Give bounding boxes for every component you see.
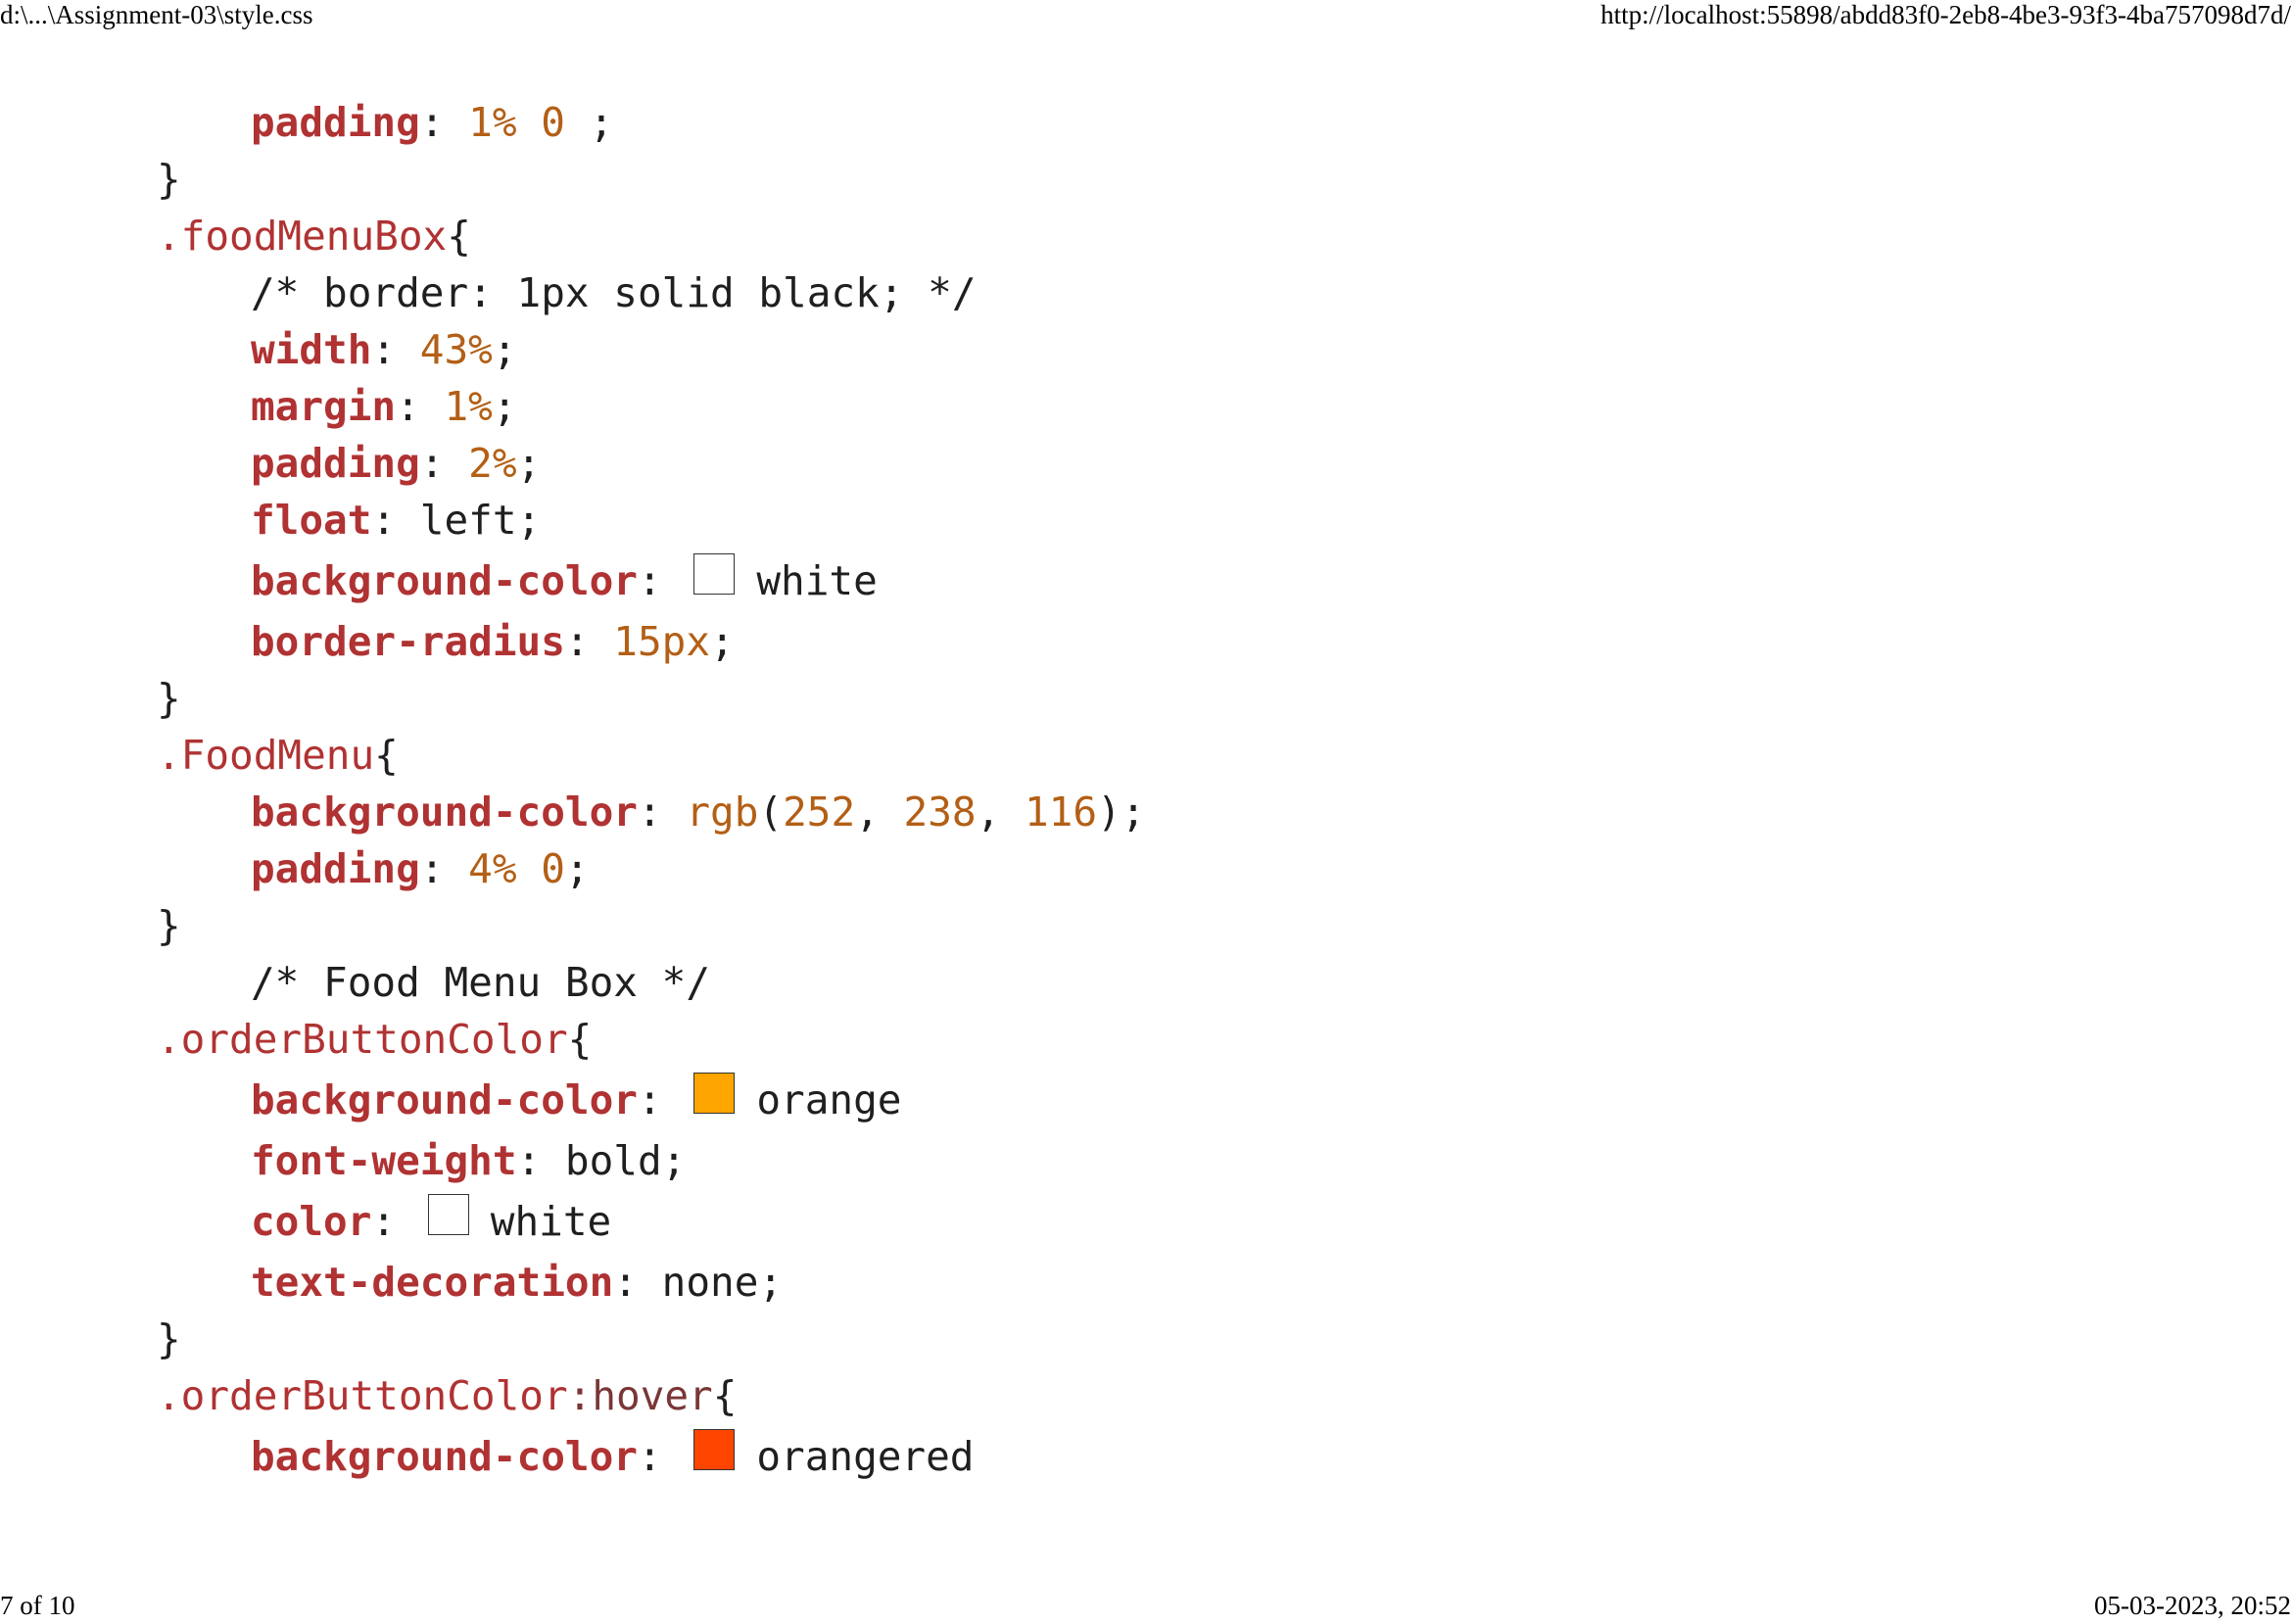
css-pseudo-class: :hover — [567, 1372, 713, 1419]
code-line: text-decoration: none; — [251, 1259, 784, 1306]
property-name: padding — [251, 440, 420, 487]
code-line: /* Food Menu Box */ — [157, 954, 1145, 1011]
closing-brace: } — [157, 1315, 181, 1362]
property-name: color — [251, 1198, 372, 1245]
property-value: 43% — [419, 326, 493, 373]
code-line: background-color: white — [157, 549, 1145, 613]
code-line: width: 43%; — [251, 326, 517, 373]
print-footer: 7 of 10 05-03-2023, 20:52 — [0, 1591, 2291, 1624]
code-line: .orderButtonColor{ — [157, 1016, 593, 1063]
color-swatch-orangered[interactable] — [693, 1429, 736, 1470]
property-name: float — [251, 497, 372, 544]
property-value: 2% — [468, 440, 517, 487]
property-name: background-color — [251, 1433, 638, 1480]
color-name: white — [756, 557, 878, 604]
property-value: bold; — [564, 1137, 687, 1184]
rgb-blue: 116 — [1024, 788, 1098, 836]
color-swatch-white[interactable] — [693, 553, 736, 595]
code-listing: padding: 1% 0 ; } .foodMenuBox{ /* borde… — [157, 94, 1145, 1489]
code-line: /* border: 1px solid black; */ — [157, 264, 1145, 321]
property-name: padding — [251, 845, 420, 892]
color-swatch-orange[interactable] — [693, 1073, 736, 1114]
closing-brace: } — [157, 156, 181, 203]
css-selector: .orderButtonColor — [157, 1372, 568, 1419]
property-name: background-color — [251, 557, 638, 604]
rgb-green: 238 — [903, 788, 977, 836]
css-selector: .FoodMenu — [157, 732, 375, 779]
code-line: } — [157, 151, 1145, 208]
code-line: background-color: orange — [157, 1068, 1145, 1132]
color-name: orangered — [756, 1433, 975, 1480]
code-comment: /* Food Menu Box */ — [251, 959, 710, 1006]
code-line: font-weight: bold; — [251, 1137, 687, 1184]
code-line: float: left; — [251, 497, 542, 544]
code-line: .foodMenuBox{ — [157, 213, 471, 260]
property-value: 1% — [444, 383, 493, 430]
file-path: d:\...\Assignment-03\style.css — [0, 0, 313, 29]
closing-brace: } — [157, 902, 181, 949]
code-line: } — [157, 670, 1145, 727]
css-selector: .orderButtonColor — [157, 1016, 568, 1063]
code-line: padding: 4% 0; — [251, 845, 590, 892]
color-name: orange — [756, 1076, 902, 1123]
color-name: white — [490, 1198, 612, 1245]
code-line: } — [157, 897, 1145, 954]
property-value: left; — [419, 497, 542, 544]
code-comment: /* border: 1px solid black; */ — [251, 269, 977, 316]
property-value: 15px — [613, 618, 711, 665]
code-line: } — [157, 1311, 1145, 1367]
code-line: padding: 2%; — [251, 440, 542, 487]
closing-brace: } — [157, 675, 181, 722]
property-name: width — [251, 326, 372, 373]
css-selector: .foodMenuBox — [157, 213, 448, 260]
page-indicator: 7 of 10 — [0, 1591, 75, 1620]
code-line: .orderButtonColor:hover{ — [157, 1372, 738, 1419]
code-line: background-color: rgb(252, 238, 116); — [251, 788, 1146, 836]
code-line: margin: 1%; — [251, 383, 517, 430]
code-line: padding: 1% 0 ; — [251, 99, 614, 146]
property-name: border-radius — [251, 618, 565, 665]
property-name: background-color — [251, 1076, 638, 1123]
code-line: color: white — [157, 1189, 1145, 1254]
code-line: background-color: orangered — [157, 1424, 1145, 1489]
property-value: none; — [661, 1259, 784, 1306]
print-header: d:\...\Assignment-03\style.css http://lo… — [0, 0, 2291, 33]
property-name: background-color — [251, 788, 638, 836]
page-url[interactable]: http://localhost:55898/abdd83f0-2eb8-4be… — [1600, 0, 2291, 30]
code-line: border-radius: 15px; — [251, 618, 735, 665]
property-name: margin — [251, 383, 397, 430]
property-value: 4% 0 — [468, 845, 565, 892]
property-name: text-decoration — [251, 1259, 614, 1306]
color-swatch-white[interactable] — [427, 1194, 469, 1235]
property-name: padding — [251, 99, 420, 146]
property-value: 1% 0 — [468, 99, 565, 146]
rgb-red: 252 — [783, 788, 856, 836]
property-name: font-weight — [251, 1137, 517, 1184]
code-line: .FoodMenu{ — [157, 732, 399, 779]
css-function: rgb — [686, 788, 759, 836]
print-datetime: 05-03-2023, 20:52 — [2094, 1591, 2291, 1620]
